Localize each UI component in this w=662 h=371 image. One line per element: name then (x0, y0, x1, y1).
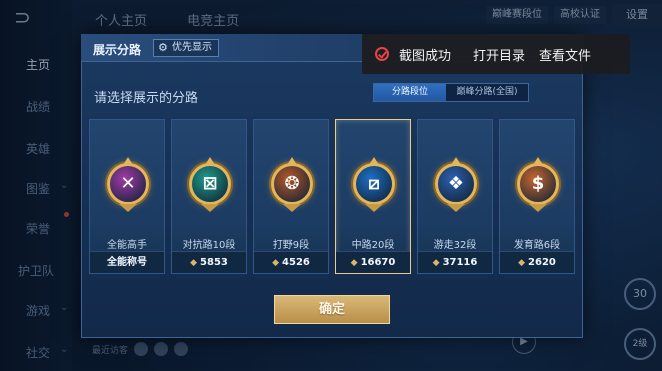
route-card[interactable]: $ 发育路6段 ◆ 2620 (499, 119, 575, 274)
rank-badge-icon: ✕ (107, 163, 149, 205)
route-footer: ◆ 16670 (336, 251, 410, 273)
confirm-button[interactable]: 确定 (274, 295, 390, 324)
route-name: 游走32段 (433, 240, 477, 251)
segment-route-rank[interactable]: 分路段位 (374, 84, 446, 101)
diamond-icon: ◆ (518, 258, 526, 268)
rank-badge-icon: $ (517, 163, 559, 205)
route-card[interactable]: ⊠ 对抗路10段 ◆ 5853 (171, 119, 247, 274)
route-name: 中路20段 (351, 240, 395, 251)
route-footer: ◆ 2620 (500, 251, 574, 273)
route-footer: ◆ 4526 (254, 251, 328, 273)
rank-badge-icon: ⧄ (353, 163, 395, 205)
check-circle-icon (375, 47, 389, 61)
rank-badge-icon: ❂ (271, 163, 313, 205)
route-footer: 全能称号 (90, 251, 164, 273)
route-name: 对抗路10段 (182, 240, 236, 251)
route-footer: ◆ 5853 (172, 251, 246, 273)
route-name: 发育路6段 (513, 240, 561, 251)
diamond-icon: ◆ (190, 258, 198, 268)
route-name: 全能高手 (107, 240, 147, 251)
dialog-subtitle: 请选择展示的分路 (94, 91, 199, 106)
gear-icon: ⚙ (158, 41, 168, 54)
route-card[interactable]: ✕ 全能高手 全能称号 (89, 119, 165, 274)
route-card[interactable]: ❂ 打野9段 ◆ 4526 (253, 119, 329, 274)
route-display-dialog: 展示分路 ⚙ 优先显示 请选择展示的分路 分路段位 巅峰分路(全国) ✕ 全能高… (81, 34, 584, 338)
diamond-icon: ◆ (432, 258, 440, 268)
diamond-icon: ◆ (350, 258, 358, 268)
route-name: 打野9段 (272, 240, 310, 251)
rank-badge-icon: ❖ (435, 163, 477, 205)
open-directory-link[interactable]: 打开目录 (473, 45, 525, 64)
route-card[interactable]: ❖ 游走32段 ◆ 37116 (417, 119, 493, 274)
diamond-icon: ◆ (272, 258, 280, 268)
rank-badge-icon: ⊠ (189, 163, 231, 205)
toast-message: 截图成功 (399, 48, 452, 64)
priority-label: 优先显示 (172, 42, 212, 53)
segment-peak-route[interactable]: 巅峰分路(全国) (446, 84, 528, 101)
route-footer: ◆ 37116 (418, 251, 492, 273)
view-file-link[interactable]: 查看文件 (539, 45, 591, 64)
screenshot-toast: 截图成功 打开目录 查看文件 (362, 34, 630, 74)
dialog-title: 展示分路 (93, 43, 142, 57)
route-card-selected[interactable]: ⧄ 中路20段 ◆ 16670 (335, 119, 411, 274)
priority-display-button[interactable]: ⚙ 优先显示 (153, 39, 219, 57)
segment-control: 分路段位 巅峰分路(全国) (373, 83, 529, 102)
